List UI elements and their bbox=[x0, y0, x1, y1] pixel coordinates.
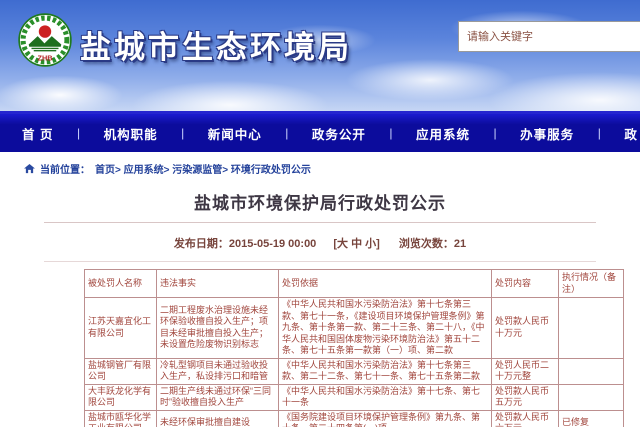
breadcrumb-label: 当前位置： bbox=[40, 161, 90, 176]
table-cell bbox=[559, 298, 624, 359]
table-header-cell: 被处罚人名称 bbox=[85, 270, 157, 298]
table-cell: 《中华人民共和国水污染防治法》第十七条第三款、第七十一条，《建设项目环境保护管理… bbox=[279, 298, 492, 359]
environmental-bureau-logo-icon: ZHB bbox=[18, 13, 72, 67]
table-cell: 已修复 bbox=[559, 410, 624, 427]
views-count: 21 bbox=[454, 238, 466, 250]
home-icon bbox=[24, 164, 35, 174]
views-label: 浏览次数： bbox=[399, 238, 454, 250]
table-body: 江苏天嘉宜化工有限公司二期工程废水治理设施未经环保验收擅自投入生产；项目未经审批… bbox=[85, 298, 624, 427]
nav-separator: | bbox=[285, 126, 288, 140]
nav-item-6[interactable]: 政 bbox=[624, 124, 638, 143]
logo-letters: ZHB bbox=[38, 53, 53, 62]
table-header-cell: 违法事实 bbox=[157, 270, 279, 298]
table-header-cell: 处罚依据 bbox=[279, 270, 492, 298]
nav-separator: | bbox=[77, 126, 80, 140]
title-divider bbox=[44, 222, 596, 223]
table-cell: 未经环保审批擅自建设 bbox=[157, 410, 279, 427]
table-cell: 《中华人民共和国水污染防治法》第十七条、第七十一条 bbox=[279, 384, 492, 410]
penalty-table: 被处罚人名称违法事实处罚依据处罚内容执行情况（备注） 江苏天嘉宜化工有限公司二期… bbox=[84, 269, 624, 427]
table-cell bbox=[559, 358, 624, 384]
site-header: ZHB 盐城市生态环境局 bbox=[0, 0, 640, 114]
nav-item-3[interactable]: 政务公开 bbox=[312, 124, 366, 143]
page: ZHB 盐城市生态环境局 首 页 | 机构职能 | 新闻中心 | 政务公开 | 应用系统 | 办事服… bbox=[0, 0, 640, 427]
font-size-control[interactable]: [大 中 小] bbox=[333, 238, 379, 250]
table-cell: 处罚款人民币十万元 bbox=[492, 298, 559, 359]
table-cell: 二期工程废水治理设施未经环保验收擅自投入生产；项目未经审批擅自投入生产；未设置危… bbox=[157, 298, 279, 359]
article-meta: 发布日期：2015-05-19 00:00 [大 中 小] 浏览次数：21 bbox=[0, 235, 640, 251]
table-row: 盐城市瓯华化学工业有限公司未经环保审批擅自建设《国务院建设项目环境保护管理条例》… bbox=[85, 410, 624, 427]
nav-item-1[interactable]: 机构职能 bbox=[104, 124, 158, 143]
table-cell bbox=[559, 384, 624, 410]
table-cell: 处罚款人民币六万元 bbox=[492, 410, 559, 427]
table-cell: 大丰跃龙化学有限公司 bbox=[85, 384, 157, 410]
site-title: 盐城市生态环境局 bbox=[80, 22, 352, 67]
table-cell: 冷轧型钢项目未通过验收投入生产，私设排污口和暗管 bbox=[157, 358, 279, 384]
nav-separator: | bbox=[181, 126, 184, 140]
nav-separator: | bbox=[494, 126, 497, 140]
nav-item-4[interactable]: 应用系统 bbox=[416, 124, 470, 143]
nav-item-0[interactable]: 首 页 bbox=[22, 124, 53, 143]
nav-items-container: 首 页 | 机构职能 | 新闻中心 | 政务公开 | 应用系统 | 办事服务 | 政 bbox=[0, 114, 640, 152]
table-cell: 江苏天嘉宜化工有限公司 bbox=[85, 298, 157, 359]
article-title: 盐城市环境保护局行政处罚公示 bbox=[0, 189, 640, 214]
table-cell: 二期生产线未通过环保“三同时”验收擅自投入生产 bbox=[157, 384, 279, 410]
nav-item-2[interactable]: 新闻中心 bbox=[208, 124, 262, 143]
meta-divider bbox=[44, 261, 596, 262]
publish-date: 2015-05-19 00:00 bbox=[229, 238, 316, 250]
breadcrumb: 当前位置： 首页> 应用系统> 污染源监管> 环境行政处罚公示 bbox=[24, 161, 640, 176]
table-cell: 处罚款人民币五万元 bbox=[492, 384, 559, 410]
table-header-cell: 处罚内容 bbox=[492, 270, 559, 298]
search-input[interactable] bbox=[458, 21, 640, 52]
nav-separator: | bbox=[598, 126, 601, 140]
table-row: 盐城钢管厂有限公司冷轧型钢项目未通过验收投入生产，私设排污口和暗管《中华人民共和… bbox=[85, 358, 624, 384]
nav-separator: | bbox=[389, 126, 392, 140]
table-head: 被处罚人名称违法事实处罚依据处罚内容执行情况（备注） bbox=[85, 270, 624, 298]
table-cell: 盐城市瓯华化学工业有限公司 bbox=[85, 410, 157, 427]
table-header-cell: 执行情况（备注） bbox=[559, 270, 624, 298]
breadcrumb-path[interactable]: 首页> 应用系统> 污染源监管> 环境行政处罚公示 bbox=[95, 161, 311, 176]
table-cell: 处罚人民币二十万元整 bbox=[492, 358, 559, 384]
table-cell: 《中华人民共和国水污染防治法》第十七条第三款、第二十二条、第七十一条、第七十五条… bbox=[279, 358, 492, 384]
nav-item-5[interactable]: 办事服务 bbox=[520, 124, 574, 143]
table-cell: 盐城钢管厂有限公司 bbox=[85, 358, 157, 384]
publish-date-label: 发布日期： bbox=[174, 238, 229, 250]
table-header-row: 被处罚人名称违法事实处罚依据处罚内容执行情况（备注） bbox=[85, 270, 624, 298]
table-cell: 《国务院建设项目环境保护管理条例》第九条、第十条、第二十四条第(一)项 bbox=[279, 410, 492, 427]
main-nav: 首 页 | 机构职能 | 新闻中心 | 政务公开 | 应用系统 | 办事服务 | 政 bbox=[0, 114, 640, 152]
table-row: 江苏天嘉宜化工有限公司二期工程废水治理设施未经环保验收擅自投入生产；项目未经审批… bbox=[85, 298, 624, 359]
table-row: 大丰跃龙化学有限公司二期生产线未通过环保“三同时”验收擅自投入生产《中华人民共和… bbox=[85, 384, 624, 410]
